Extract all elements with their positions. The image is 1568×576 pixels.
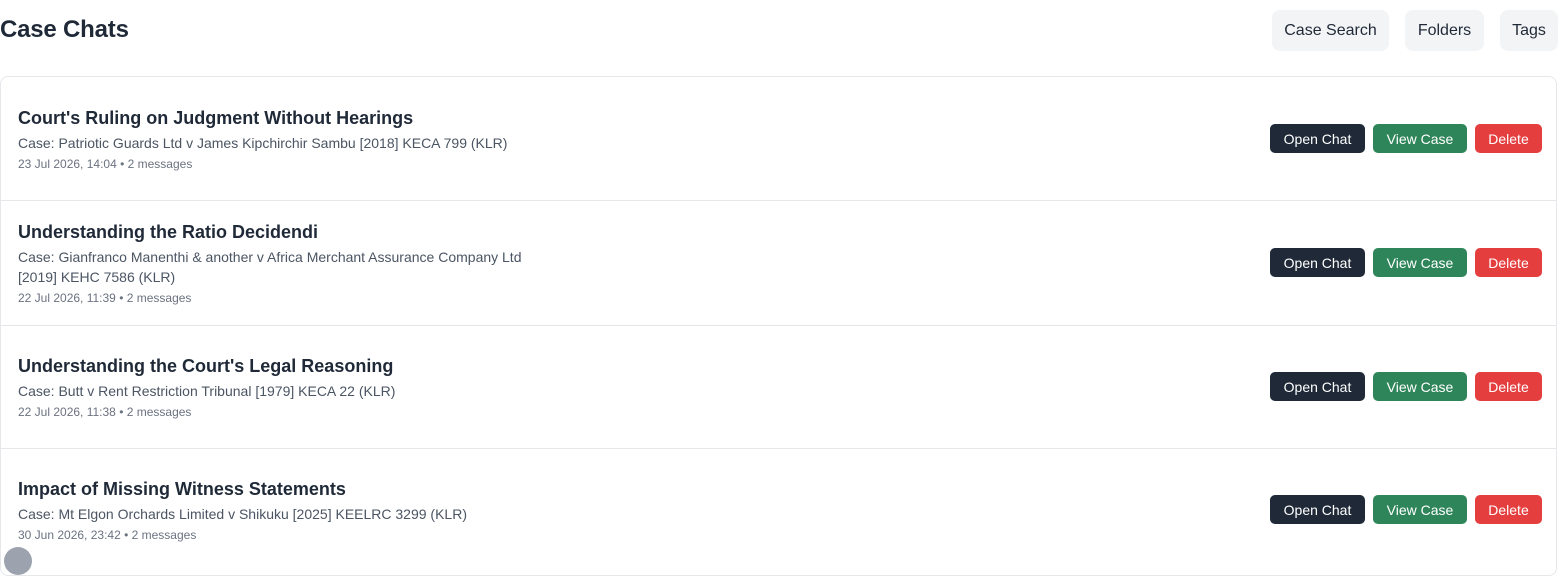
view-case-button[interactable]: View Case <box>1373 248 1467 277</box>
open-chat-button[interactable]: Open Chat <box>1270 372 1365 401</box>
open-chat-button[interactable]: Open Chat <box>1270 495 1365 524</box>
delete-button[interactable]: Delete <box>1475 372 1542 401</box>
chat-case-name: Case: Gianfranco Manenthi & another v Af… <box>18 249 522 285</box>
delete-button[interactable]: Delete <box>1475 124 1542 153</box>
chat-info: Understanding the Ratio Decidendi Case: … <box>18 221 558 306</box>
chat-meta: 30 Jun 2026, 23:42 • 2 messages <box>18 528 197 542</box>
chat-case-name: Case: Butt v Rent Restriction Tribunal [… <box>18 383 396 399</box>
chat-info: Impact of Missing Witness Statements Cas… <box>18 478 467 543</box>
chat-info: Court's Ruling on Judgment Without Heari… <box>18 107 507 172</box>
folders-button[interactable]: Folders <box>1405 10 1484 51</box>
delete-button[interactable]: Delete <box>1475 495 1542 524</box>
chat-info: Understanding the Court's Legal Reasonin… <box>18 355 395 420</box>
chat-meta: 22 Jul 2026, 11:39 • 2 messages <box>18 291 192 305</box>
case-search-button[interactable]: Case Search <box>1272 10 1389 51</box>
chat-meta: 23 Jul 2026, 14:04 • 2 messages <box>18 157 193 171</box>
chat-title: Understanding the Ratio Decidendi <box>18 222 319 242</box>
chat-title: Understanding the Court's Legal Reasonin… <box>18 356 394 376</box>
header-actions: Case Search Folders Tags <box>1272 10 1558 51</box>
chat-list-item: Court's Ruling on Judgment Without Heari… <box>1 77 1556 201</box>
chat-actions: Open Chat View Case Delete <box>1270 124 1542 153</box>
delete-button[interactable]: Delete <box>1475 248 1542 277</box>
case-chats-list: Court's Ruling on Judgment Without Heari… <box>0 76 1557 576</box>
chat-actions: Open Chat View Case Delete <box>1270 372 1542 401</box>
view-case-button[interactable]: View Case <box>1373 372 1467 401</box>
floating-action-icon[interactable] <box>4 547 32 575</box>
open-chat-button[interactable]: Open Chat <box>1270 248 1365 277</box>
chat-list-item: Understanding the Ratio Decidendi Case: … <box>1 201 1556 326</box>
view-case-button[interactable]: View Case <box>1373 124 1467 153</box>
page-header: Case Chats Case Search Folders Tags <box>0 0 1568 62</box>
chat-meta: 22 Jul 2026, 11:38 • 2 messages <box>18 405 192 419</box>
page-title: Case Chats <box>0 16 129 43</box>
chat-case-name: Case: Mt Elgon Orchards Limited v Shikuk… <box>18 506 467 522</box>
chat-title: Impact of Missing Witness Statements <box>18 479 346 499</box>
tags-button[interactable]: Tags <box>1500 10 1558 51</box>
chat-title: Court's Ruling on Judgment Without Heari… <box>18 108 414 128</box>
open-chat-button[interactable]: Open Chat <box>1270 124 1365 153</box>
chat-actions: Open Chat View Case Delete <box>1270 495 1542 524</box>
chat-case-name: Case: Patriotic Guards Ltd v James Kipch… <box>18 135 508 151</box>
chat-actions: Open Chat View Case Delete <box>1270 248 1542 277</box>
view-case-button[interactable]: View Case <box>1373 495 1467 524</box>
chat-list-item: Understanding the Court's Legal Reasonin… <box>1 326 1556 449</box>
